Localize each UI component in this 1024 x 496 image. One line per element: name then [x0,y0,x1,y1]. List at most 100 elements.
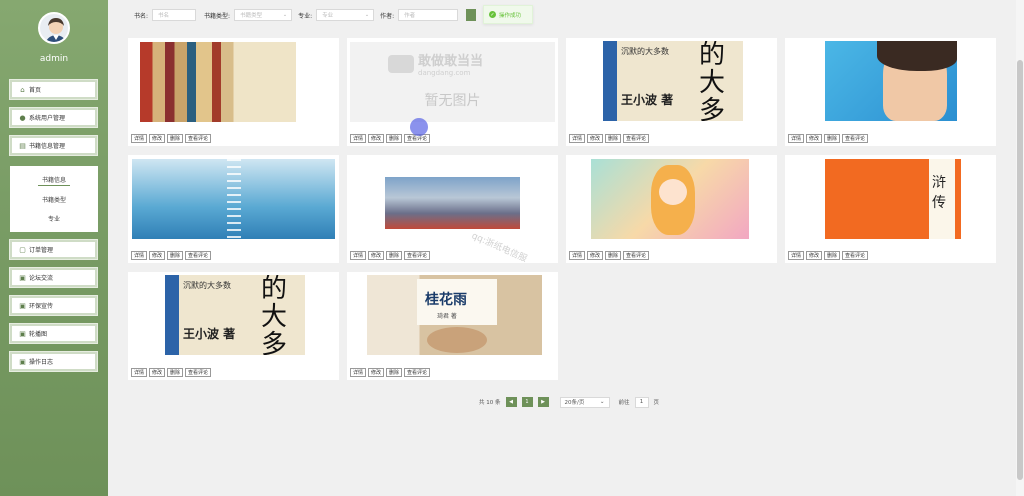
view-comments-button[interactable]: 查看评论 [842,134,869,143]
author-label: 作者: [380,12,395,20]
detail-button[interactable]: 详情 [131,251,148,260]
detail-button[interactable]: 详情 [131,134,148,143]
book-card: 详情 修改 删除 查看评论 [347,155,558,263]
nav-orders[interactable]: ▢ 订单管理 [9,239,98,260]
cover-big-text: 的大多 [699,41,726,121]
delete-button[interactable]: 删除 [824,134,841,143]
no-image-text: 暂无图片 [424,93,481,109]
detail-button[interactable]: 详情 [788,251,805,260]
detail-button[interactable]: 详情 [788,134,805,143]
detail-button[interactable]: 详情 [350,134,367,143]
submenu-book-info[interactable]: 书籍信息 [10,175,98,184]
avatar[interactable] [38,12,70,44]
book-card: 详情 修改 删除 查看评论 [785,38,996,146]
nav-home[interactable]: ⌂ 首页 [9,79,98,100]
detail-button[interactable]: 详情 [350,251,367,260]
nav-label: 环保宣传 [29,303,54,310]
book-cover[interactable] [385,159,520,239]
edit-button[interactable]: 修改 [806,134,823,143]
major-label: 专业: [298,12,313,20]
card-actions: 详情 修改 删除 查看评论 [131,368,212,377]
edit-button[interactable]: 修改 [368,134,385,143]
name-input[interactable]: 书名 [152,9,197,21]
delete-button[interactable]: 删除 [386,368,403,377]
nav-label: 订单管理 [29,247,54,254]
forum-icon: ▣ [19,273,26,282]
book-cover[interactable] [591,159,749,239]
detail-button[interactable]: 详情 [569,251,586,260]
page-size-select[interactable]: 20条/页 ⌄ [559,396,610,408]
search-button[interactable] [466,9,477,21]
book-card: 详情 修改 删除 查看评论 [566,155,777,263]
next-page-button[interactable]: ▶ [537,397,549,407]
book-card: 沉默的大多数 王小波 著 的大多 详情 修改 删除 查看评论 [128,272,339,380]
edit-button[interactable]: 修改 [587,134,604,143]
delete-button[interactable]: 删除 [167,134,184,143]
submenu-book-type[interactable]: 书籍类型 [10,195,98,204]
book-card: 桂花雨 琦君 著 详情 修改 删除 查看评论 [347,272,558,380]
view-comments-button[interactable]: 查看评论 [185,251,212,260]
edit-button[interactable]: 修改 [149,251,166,260]
book-cover[interactable] [132,159,335,239]
view-comments-button[interactable]: 查看评论 [623,251,650,260]
scrollbar-thumb[interactable] [1017,60,1023,480]
delete-button[interactable]: 删除 [605,251,622,260]
detail-button[interactable]: 详情 [350,368,367,377]
book-cover[interactable] [140,42,296,122]
nav-book-management[interactable]: ▤ 书籍信息管理 [9,135,98,156]
home-icon: ⌂ [20,85,25,94]
nav-forum[interactable]: ▣ 论坛交流 [9,267,98,288]
goto-page-input[interactable]: 1 [634,396,649,408]
card-actions: 详情 修改 删除 查看评论 [569,251,650,260]
book-title: 沉默的大多数 [183,281,231,290]
active-indicator [38,185,70,186]
brand-url: dangdang.com [418,69,471,77]
submenu-major[interactable]: 专业 [10,214,98,223]
edit-button[interactable]: 修改 [806,251,823,260]
view-comments-button[interactable]: 查看评论 [185,368,212,377]
page-unit: 页 [653,400,660,406]
edit-button[interactable]: 修改 [368,368,385,377]
book-card: 沉默的大多数 王小波 著 的大多 详情 修改 删除 查看评论 [566,38,777,146]
edit-button[interactable]: 修改 [368,251,385,260]
nav-logs[interactable]: ▣ 操作日志 [9,351,98,372]
detail-button[interactable]: 详情 [569,134,586,143]
book-cover[interactable]: 桂花雨 琦君 著 [367,275,542,355]
view-comments-button[interactable]: 查看评论 [404,368,431,377]
nav-label: 论坛交流 [29,275,54,282]
page-scrollbar[interactable] [1016,0,1024,496]
major-select[interactable]: 专业 ⌄ [316,9,375,21]
detail-button[interactable]: 详情 [131,368,148,377]
delete-button[interactable]: 删除 [386,251,403,260]
view-comments-button[interactable]: 查看评论 [404,251,431,260]
edit-button[interactable]: 修改 [149,134,166,143]
delete-button[interactable]: 删除 [386,134,403,143]
book-card: 敢做敢当当 dangdang.com 暂无图片 详情 修改 删除 查看评论 [347,38,558,146]
type-select[interactable]: 书籍类型 ⌄ [234,9,293,21]
current-page[interactable]: 1 [521,397,533,407]
book-card: 浒传 详情 修改 删除 查看评论 [785,155,996,263]
view-comments-button[interactable]: 查看评论 [623,134,650,143]
nav-eco[interactable]: ▣ 环保宣传 [9,295,98,316]
nav-system-users[interactable]: ● 系统用户管理 [9,107,98,128]
book-cover[interactable] [825,41,957,121]
delete-button[interactable]: 删除 [605,134,622,143]
type-label: 书籍类型: [204,12,231,20]
edit-button[interactable]: 修改 [587,251,604,260]
delete-button[interactable]: 删除 [824,251,841,260]
edit-button[interactable]: 修改 [149,368,166,377]
view-comments-button[interactable]: 查看评论 [185,134,212,143]
book-author: 王小波 著 [621,93,674,107]
book-cover[interactable]: 沉默的大多数 王小波 著 的大多 [165,275,305,355]
nav-carousel[interactable]: ▣ 轮播图 [9,323,98,344]
author-input[interactable]: 作者 [398,9,459,21]
prev-page-button[interactable]: ◀ [505,397,517,407]
delete-button[interactable]: 删除 [167,368,184,377]
book-cover[interactable]: 浒传 [825,159,961,239]
delete-button[interactable]: 删除 [167,251,184,260]
view-comments-button[interactable]: 查看评论 [842,251,869,260]
book-cover[interactable]: 沉默的大多数 王小波 著 的大多 [603,41,743,121]
book-cover[interactable]: 敢做敢当当 dangdang.com 暂无图片 [350,42,555,122]
nav-label: 首页 [29,87,42,94]
order-icon: ▢ [19,245,26,254]
